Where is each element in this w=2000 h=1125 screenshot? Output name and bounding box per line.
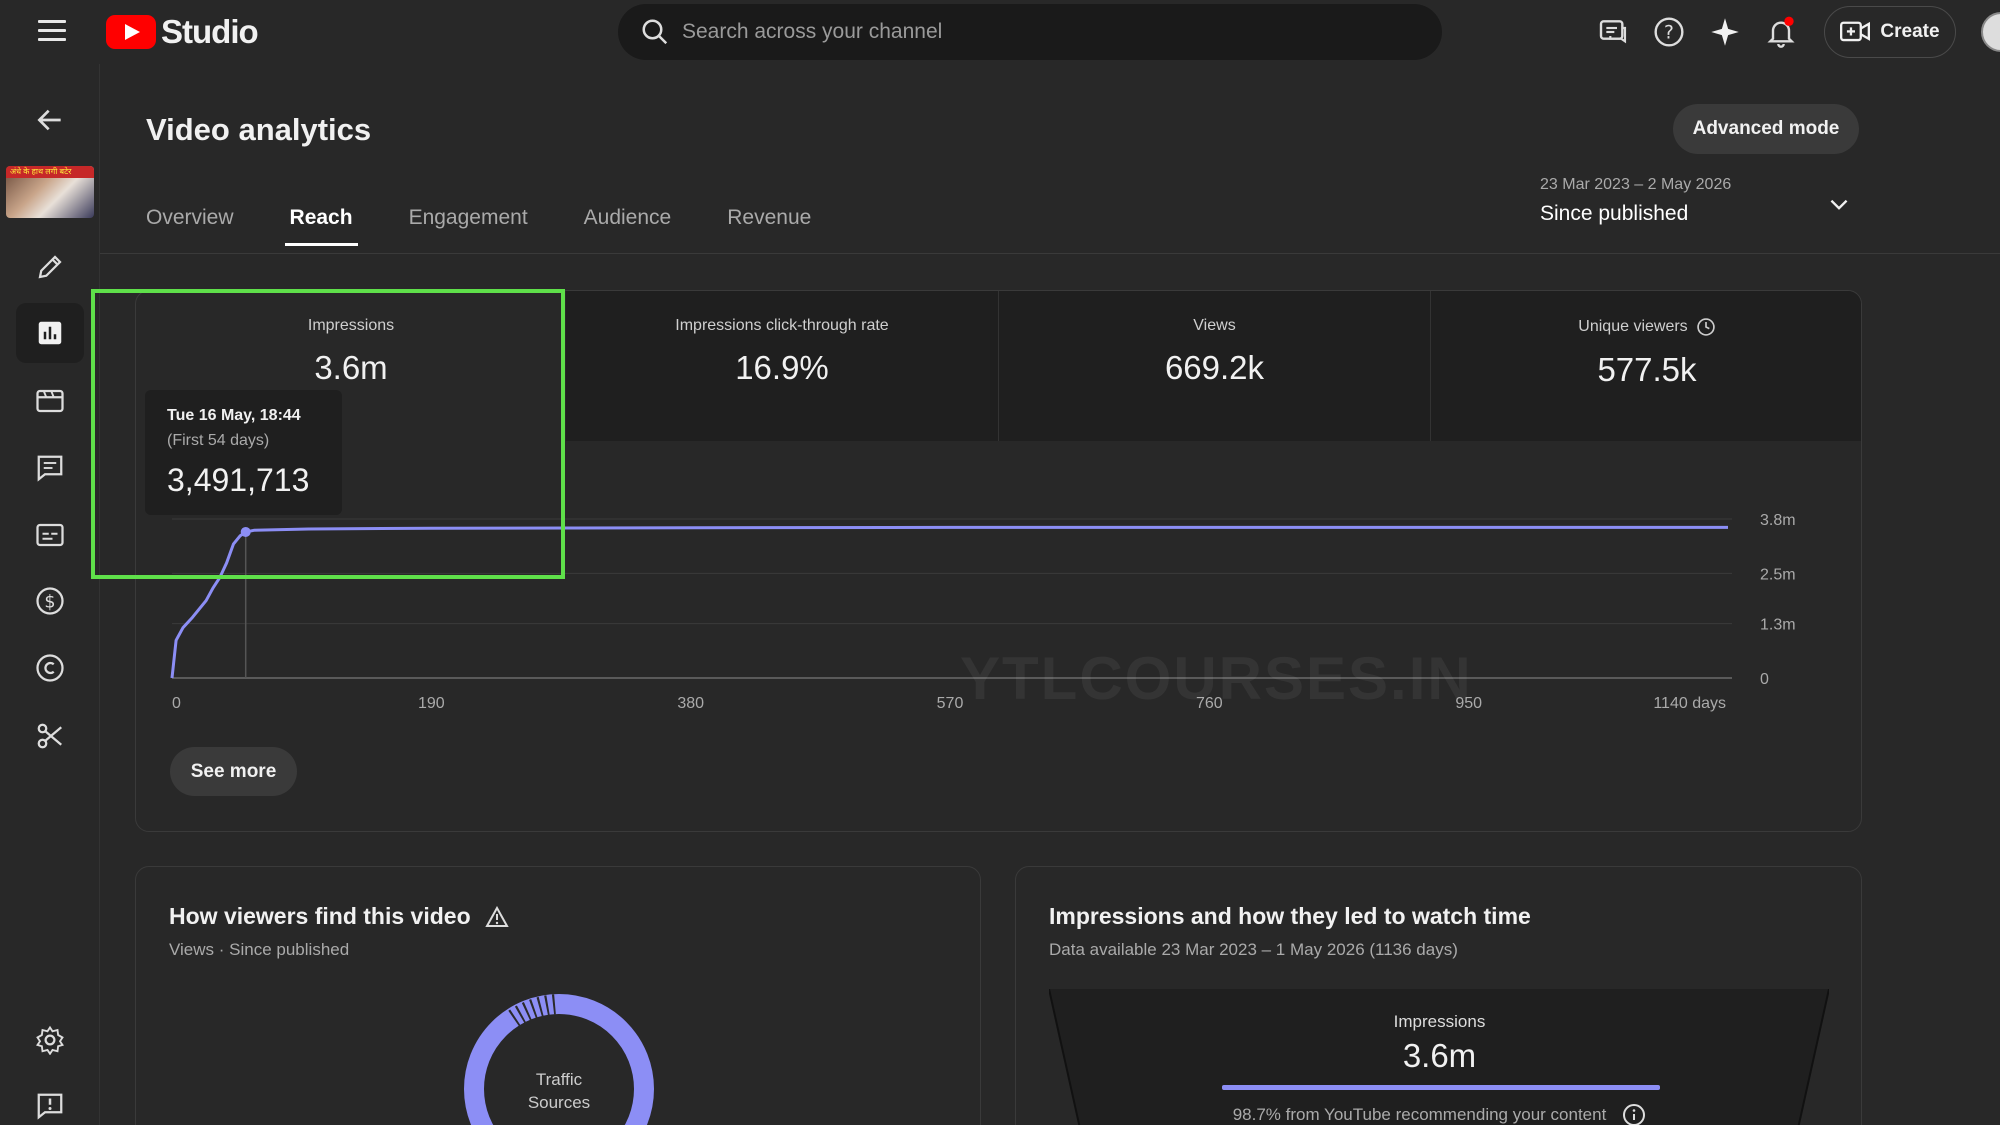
traffic-sources-donut[interactable]: Traffic Sources [459,989,659,1125]
x-tick-label: 190 [418,695,445,712]
highlight-box [91,289,565,579]
y-tick-label: 0 [1760,671,1769,688]
warning-icon[interactable] [484,905,509,928]
funnel-progress-bar [1222,1085,1660,1090]
x-tick-label: 1140 days [1653,695,1726,712]
card-title: How viewers find this video [169,903,471,929]
y-tick-label: 2.5m [1760,566,1796,583]
card-title: Impressions and how they led to watch ti… [1049,903,1531,929]
impressions-funnel-card: Impressions and how they led to watch ti… [1015,866,1862,1125]
info-icon[interactable] [1622,1103,1646,1125]
how-viewers-find-card: How viewers find this video Views · Sinc… [135,866,981,1125]
card-subtitle: Views · Since published [169,940,350,959]
donut-label-line1: Traffic [536,1070,583,1089]
y-tick-label: 1.3m [1760,617,1796,634]
card-title-row: How viewers find this video [169,903,509,930]
x-tick-label: 0 [172,695,181,712]
funnel-value: 3.6m [1402,1037,1477,1074]
see-more-button[interactable]: See more [170,747,297,796]
funnel-note-row: 98.7% from YouTube recommending your con… [1016,1103,1861,1125]
watermark: YTLCOURSES.IN [960,645,1473,712]
x-tick-label: 380 [677,695,704,712]
funnel-note: 98.7% from YouTube recommending your con… [1232,1105,1607,1124]
funnel-label: Impressions [1393,1012,1486,1031]
y-tick-label: 3.8m [1760,512,1796,529]
card-subtitle: Data available 23 Mar 2023 – 1 May 2026 … [1049,940,1458,959]
donut-label-line2: Sources [528,1093,590,1112]
